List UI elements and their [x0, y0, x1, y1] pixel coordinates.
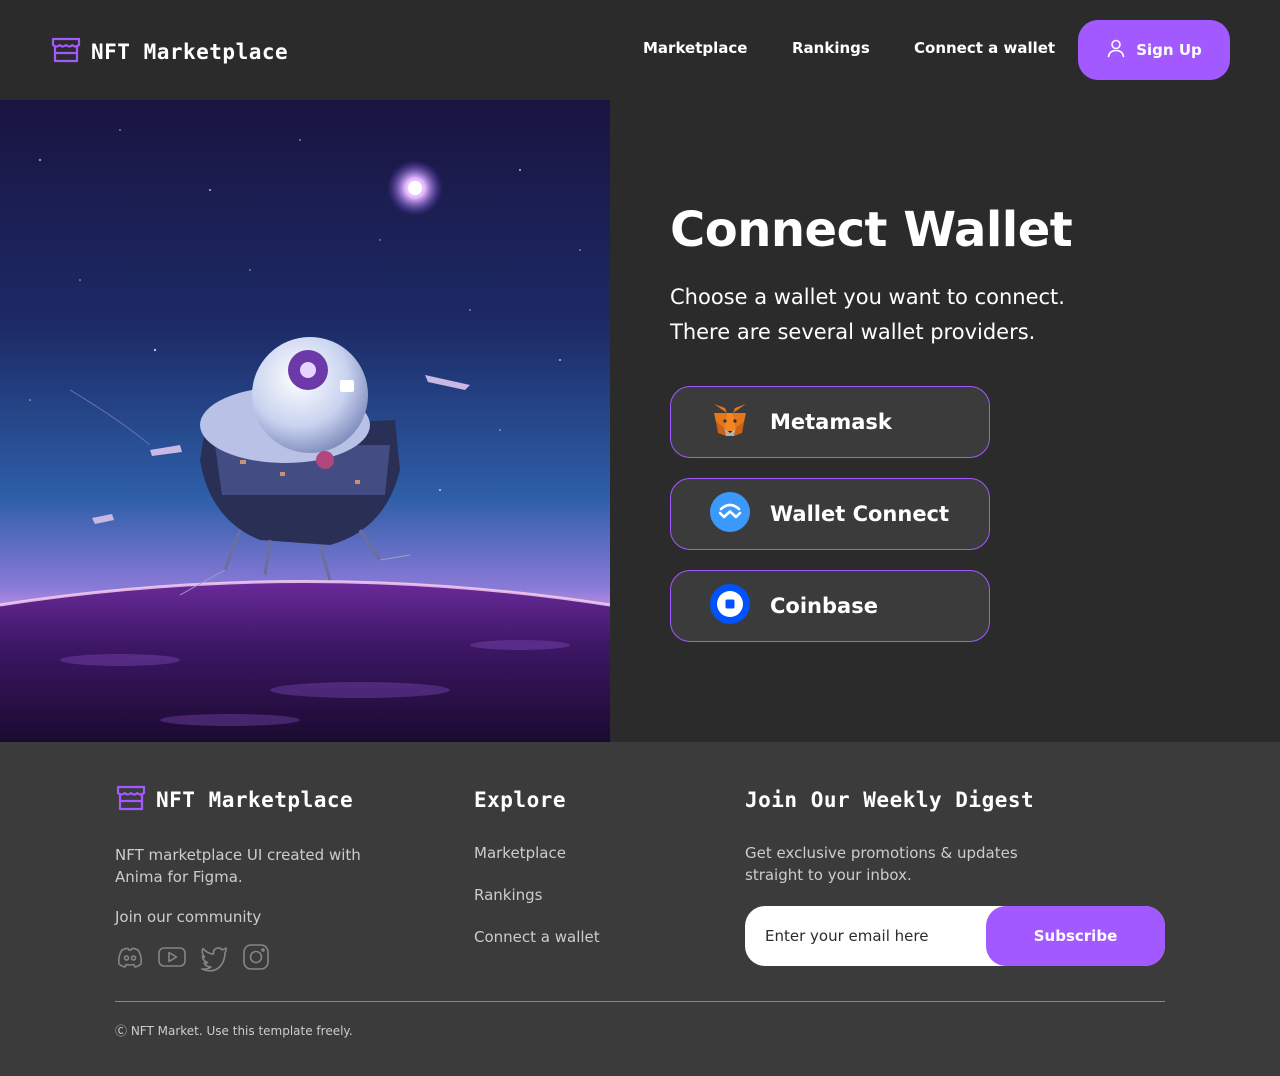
coinbase-icon — [710, 584, 750, 628]
footer-link-rankings[interactable]: Rankings — [474, 884, 600, 906]
footer-brand-name: NFT Marketplace — [156, 788, 354, 812]
sign-up-label: Sign Up — [1136, 41, 1202, 59]
social-links — [115, 942, 271, 972]
metamask-fox-icon — [710, 400, 750, 444]
hero-image — [0, 100, 610, 742]
subscribe-form: Subscribe — [745, 906, 1165, 966]
footer-divider — [115, 1001, 1165, 1002]
footer-link-marketplace[interactable]: Marketplace — [474, 842, 600, 864]
coinbase-label: Coinbase — [770, 594, 878, 618]
nav-rankings[interactable]: Rankings — [792, 39, 870, 57]
explore-heading: Explore — [474, 788, 567, 812]
page-subtitle: Choose a wallet you want to connect. The… — [670, 285, 1065, 344]
youtube-icon[interactable] — [157, 942, 187, 972]
instagram-icon[interactable] — [241, 942, 271, 972]
sign-up-button[interactable]: Sign Up — [1078, 20, 1230, 80]
user-icon — [1106, 38, 1126, 62]
footer-description: NFT marketplace UI created with Anima fo… — [115, 846, 361, 886]
page-title: Connect Wallet — [670, 202, 1073, 258]
footer-brand-logo[interactable]: NFT Marketplace — [115, 784, 353, 816]
metamask-button[interactable]: Metamask — [670, 386, 990, 458]
coinbase-button[interactable]: Coinbase — [670, 570, 990, 642]
digest-description: Get exclusive promotions & updates strai… — [745, 844, 1018, 884]
digest-heading: Join Our Weekly Digest — [745, 788, 1035, 812]
nav-marketplace[interactable]: Marketplace — [643, 39, 747, 57]
nav-connect-wallet[interactable]: Connect a wallet — [914, 39, 1055, 57]
subscribe-button[interactable]: Subscribe — [986, 906, 1165, 966]
wallet-connect-label: Wallet Connect — [770, 502, 950, 526]
connect-wallet-panel: Connect Wallet Choose a wallet you want … — [670, 200, 1230, 350]
wallet-connect-button[interactable]: Wallet Connect — [670, 478, 990, 550]
navbar: NFT Marketplace Marketplace Rankings Con… — [0, 0, 1280, 100]
walletconnect-icon — [710, 492, 750, 536]
twitter-icon[interactable] — [199, 942, 229, 972]
metamask-label: Metamask — [770, 410, 892, 434]
storefront-icon — [115, 784, 147, 816]
community-label: Join our community — [115, 908, 262, 926]
copyright-text: Ⓒ NFT Market. Use this template freely. — [115, 1024, 353, 1038]
explore-links: Marketplace Rankings Connect a wallet — [474, 842, 600, 968]
wallet-list: Metamask Wallet Connect Coinbase — [670, 386, 990, 662]
discord-icon[interactable] — [115, 942, 145, 972]
footer: NFT Marketplace NFT marketplace UI creat… — [0, 742, 1280, 1076]
footer-link-connect-wallet[interactable]: Connect a wallet — [474, 926, 600, 948]
